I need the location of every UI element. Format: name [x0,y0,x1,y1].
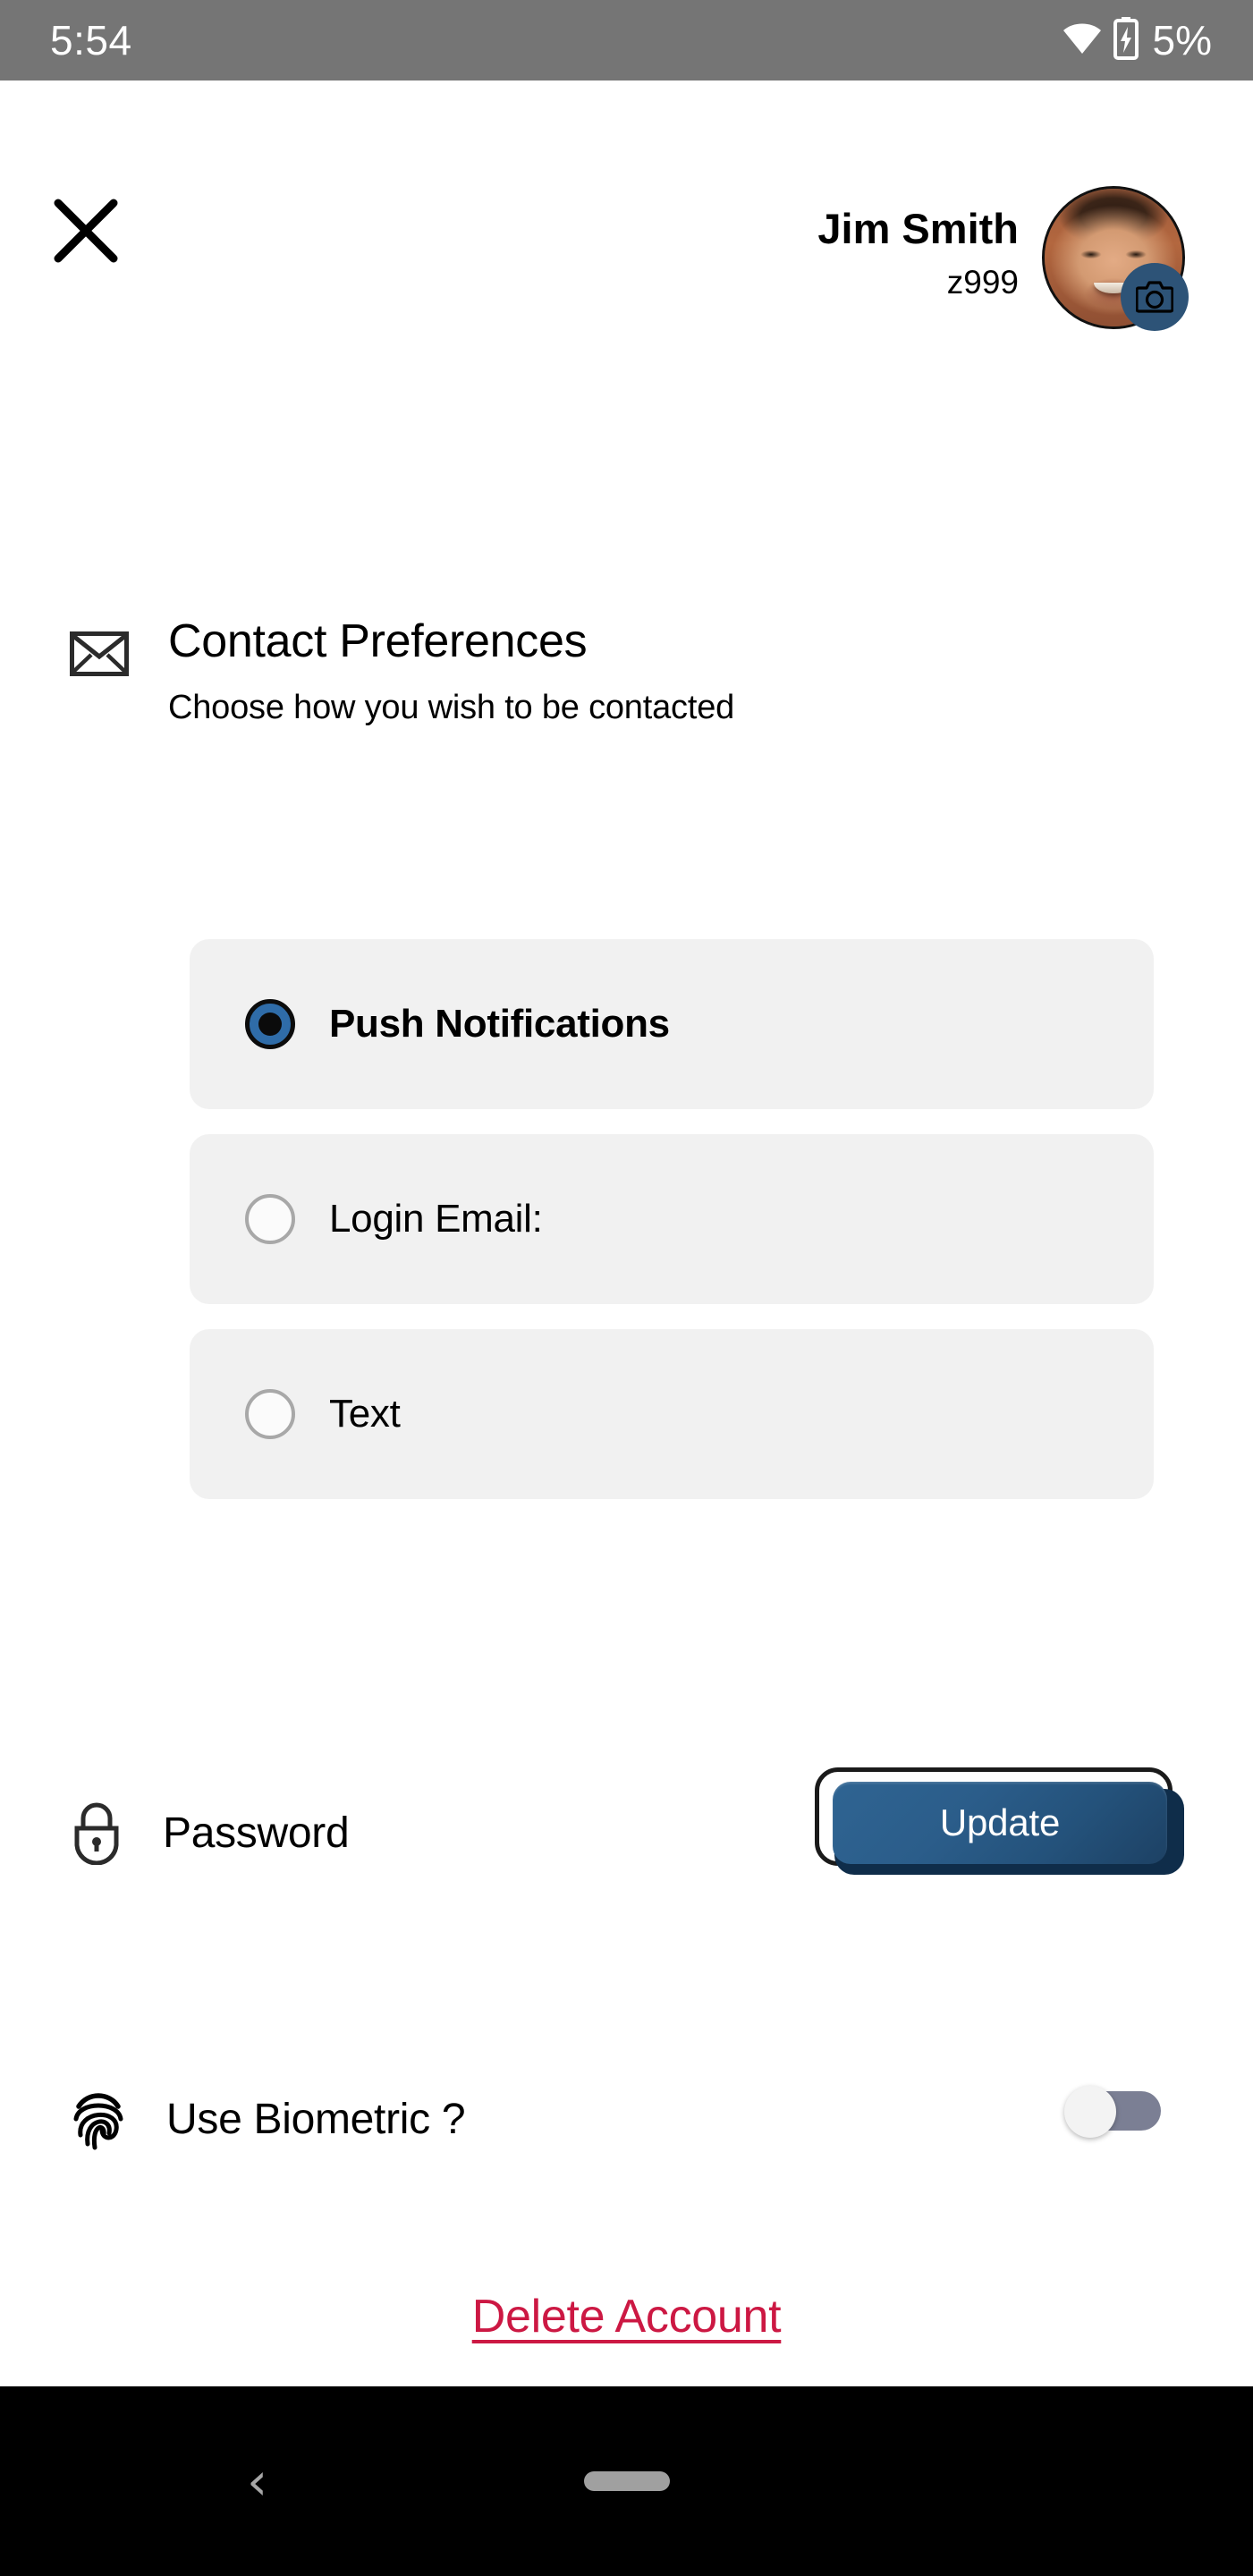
avatar-wrapper[interactable] [1042,186,1189,331]
status-bar: 5:54 5% [0,0,1253,80]
page-subtitle: Choose how you wish to be contacted [168,688,735,726]
lock-icon [70,1799,123,1869]
user-id: z999 [946,264,1019,301]
camera-icon[interactable] [1121,263,1189,331]
radio-push-notifications[interactable] [245,999,295,1049]
delete-account-link[interactable]: Delete Account [472,2291,782,2343]
fingerprint-icon [70,2085,127,2156]
profile-text-block: Jim Smith z999 [817,207,1019,308]
option-label-login-email: Login Email: [329,1197,543,1241]
radio-login-email[interactable] [245,1194,295,1244]
update-password-button[interactable]: Update [815,1767,1184,1875]
option-login-email[interactable]: Login Email: [190,1134,1154,1304]
android-navigation-bar: ‹ [0,2386,1253,2576]
main-content: Jim Smith z999 Contact Preferences Choos… [0,80,1253,2386]
option-label-push-notifications: Push Notifications [329,1002,670,1046]
home-pill-indicator[interactable] [583,2471,670,2491]
battery-charging-icon [1113,16,1139,64]
update-button-face: Update [833,1782,1167,1864]
delete-account-link-wrapper: Delete Account [0,2290,1253,2343]
radio-text[interactable] [245,1389,295,1439]
toggle-knob [1064,2086,1116,2138]
contact-options-list: Push Notifications Login Email: Text [190,939,1154,1524]
option-text[interactable]: Text [190,1329,1154,1499]
password-label: Password [163,1809,350,1857]
contact-preferences-header: Contact Preferences Choose how you wish … [0,617,1253,726]
status-clock: 5:54 [50,17,132,64]
user-name: Jim Smith [817,205,1019,253]
contact-preferences-text: Contact Preferences Choose how you wish … [168,617,734,726]
password-label-group: Password [70,1744,350,1923]
biometric-label: Use Biometric ? [166,2096,466,2143]
contact-preferences-section: Contact Preferences Choose how you wish … [0,617,1253,726]
close-icon[interactable] [52,197,120,265]
profile-header: Jim Smith z999 [817,186,1189,331]
envelope-icon [70,631,129,681]
biometric-label-group: Use Biometric ? [70,2030,466,2209]
page-title: Contact Preferences [168,615,588,667]
option-push-notifications[interactable]: Push Notifications [190,939,1154,1109]
status-indicators: 5% [1062,16,1212,64]
back-chevron-icon[interactable]: ‹ [247,2455,267,2507]
option-label-text: Text [329,1392,401,1436]
wifi-icon [1062,21,1103,60]
battery-percent-label: 5% [1152,17,1212,64]
biometric-toggle[interactable] [1064,2086,1163,2138]
update-button-label: Update [939,1801,1061,1843]
